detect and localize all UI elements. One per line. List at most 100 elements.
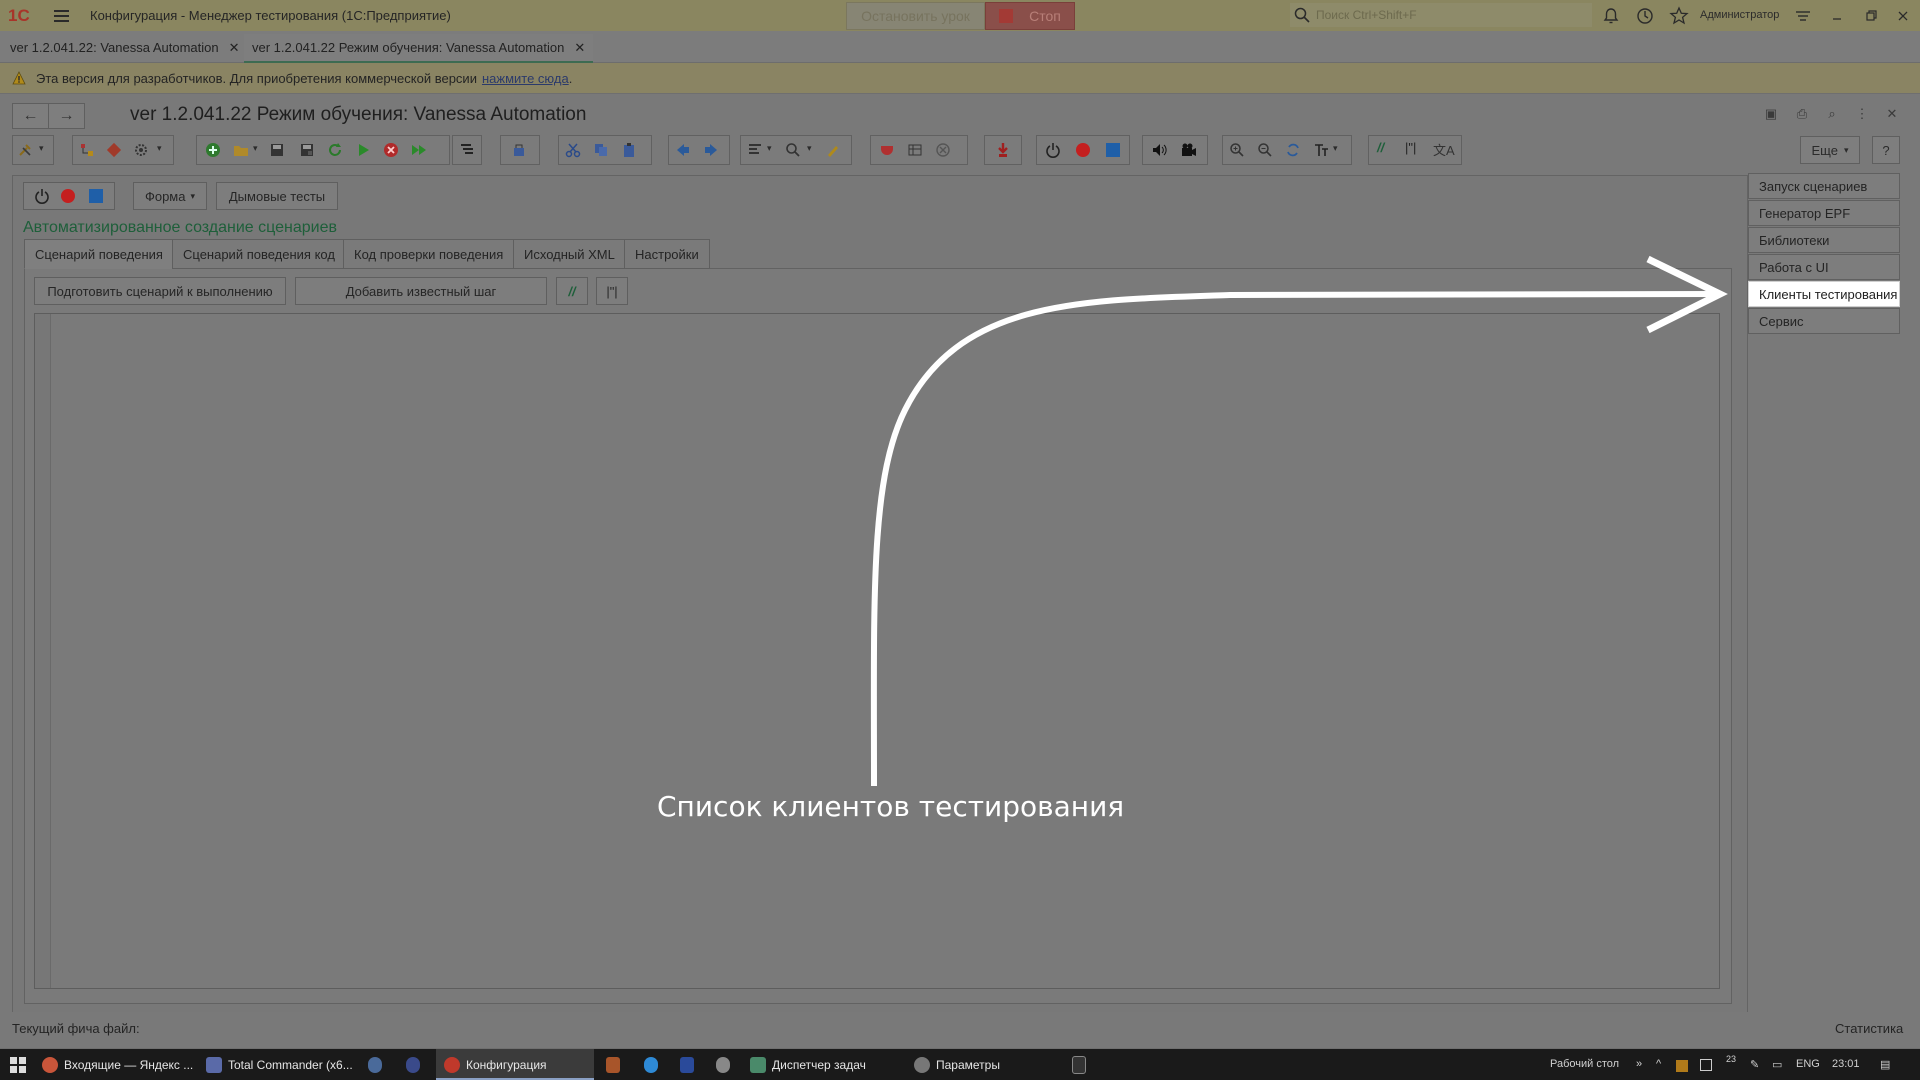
preview-icon[interactable]: ⌕ [1823,106,1841,124]
close-window-icon[interactable] [1893,6,1913,26]
favorites-star-icon[interactable] [1669,6,1689,26]
minimize-icon[interactable] [1827,6,1847,26]
history-icon[interactable] [1635,6,1655,26]
save-icon[interactable]: ▣ [1762,106,1780,124]
taskbar-item-app[interactable] [406,1049,426,1080]
panel-item-service[interactable]: Сервис [1748,308,1900,334]
run-icon[interactable] [355,142,371,158]
form-menu-button[interactable]: Форма ▾ [133,182,207,210]
git-icon[interactable] [106,142,122,158]
panel-item-test-clients[interactable]: Клиенты тестирования [1748,281,1900,307]
comment-icon[interactable]: // [1377,140,1384,155]
taskbar-item-task-manager[interactable]: Диспетчер задач [750,1049,900,1080]
taskbar-item-browser[interactable]: Входящие — Яндекс ... [42,1049,198,1080]
stop-square-icon[interactable] [88,188,104,204]
language-indicator[interactable]: ENG [1796,1058,1820,1070]
help-button[interactable]: ? [1872,136,1900,164]
bell-icon[interactable] [1601,6,1621,26]
print-icon[interactable]: ⎙ [1793,106,1811,124]
panel-item-libraries[interactable]: Библиотеки [1748,227,1900,253]
close-form-icon[interactable]: ✕ [1883,106,1901,124]
save-as-icon[interactable] [299,142,315,158]
taskbar-item-app3[interactable] [680,1049,700,1080]
tree-icon[interactable] [79,142,95,158]
copy-icon[interactable] [593,142,609,158]
panel-item-ui-work[interactable]: Работа с UI [1748,254,1900,280]
speaker-icon[interactable] [1151,142,1167,158]
open-tab[interactable]: ver 1.2.041.22: Vanessa Automation ✕ [2,34,248,61]
taskbar-item-configuration[interactable]: Конфигурация [436,1049,594,1080]
clear-icon[interactable] [935,142,951,158]
paste-icon[interactable] [621,142,637,158]
settings-menu-icon[interactable] [1793,6,1813,26]
cut-icon[interactable] [565,142,581,158]
tab-behavior-check-code[interactable]: Код проверки поведения [343,239,515,269]
notifications-icon[interactable]: ▤ [1880,1058,1890,1071]
stop-square-icon[interactable] [1105,142,1121,158]
panel-item-epf-generator[interactable]: Генератор EPF [1748,200,1900,226]
user-name[interactable]: Администратор [1700,9,1779,21]
gear-icon[interactable] [133,142,149,158]
forward-button[interactable]: → [48,103,85,129]
translate-icon[interactable]: 文A [1433,140,1455,159]
download-icon[interactable] [995,142,1011,158]
global-search-input[interactable]: Поиск Ctrl+Shift+F [1290,3,1592,27]
smoke-tests-button[interactable]: Дымовые тесты [216,182,338,210]
panel-item-run-scenarios[interactable]: Запуск сценариев [1748,173,1900,199]
open-folder-icon[interactable] [233,142,249,158]
tab-source-xml[interactable]: Исходный XML [513,239,626,269]
main-menu-icon[interactable] [54,6,76,26]
tray-app-icon[interactable] [1676,1060,1688,1072]
close-tab-icon[interactable]: ✕ [229,40,240,56]
quote-button[interactable]: |"| [596,277,628,305]
taskbar-item-telegram[interactable] [644,1049,664,1080]
save-icon[interactable] [269,142,285,158]
taskbar-item-steam[interactable] [368,1049,388,1080]
taskbar-item-total-commander[interactable]: Total Commander (x6... [206,1049,356,1080]
tab-settings[interactable]: Настройки [624,239,710,269]
power-icon[interactable] [34,188,50,204]
taskbar-item-console[interactable] [1072,1049,1092,1080]
taskbar-item-app4[interactable] [716,1049,736,1080]
power-icon[interactable] [1045,142,1061,158]
statistics-link[interactable]: Статистика [1835,1021,1903,1036]
tab-behavior-scenario[interactable]: Сценарий поведения [24,239,174,269]
more-actions-icon[interactable]: ⋮ [1853,106,1871,124]
bucket-icon[interactable] [511,142,527,158]
add-known-step-button[interactable]: Добавить известный шаг [295,277,547,305]
font-size-icon[interactable] [1313,142,1329,158]
stop-lesson-button[interactable]: Остановить урок [846,2,985,30]
move-up-icon[interactable] [675,142,691,158]
record-icon[interactable] [1075,142,1091,158]
buy-link[interactable]: нажмите сюда [482,71,569,86]
close-tab-icon[interactable]: ✕ [574,40,585,56]
run-all-icon[interactable] [411,142,427,158]
find-icon[interactable] [785,142,801,158]
tab-behavior-scenario-code[interactable]: Сценарий поведения код [172,239,346,269]
list-run-icon[interactable] [459,142,475,158]
sync-icon[interactable] [1285,142,1301,158]
tools-dropdown[interactable]: ▾ [12,135,54,165]
tray-window-icon[interactable] [1700,1059,1712,1071]
record-icon[interactable] [60,188,76,204]
zoom-out-icon[interactable] [1257,142,1273,158]
refresh-icon[interactable] [327,142,343,158]
restore-icon[interactable] [1861,6,1881,26]
taskbar-item-app2[interactable] [606,1049,626,1080]
taskbar-item-settings[interactable]: Параметры [914,1049,1054,1080]
scenario-editor[interactable] [34,313,1720,989]
open-tab-active[interactable]: ver 1.2.041.22 Режим обучения: Vanessa A… [244,34,594,63]
outline-icon[interactable] [747,142,763,158]
more-button[interactable]: Еще ▾ [1800,136,1860,164]
comment-button[interactable]: // [556,277,588,305]
highlight-icon[interactable] [825,142,841,158]
clock[interactable]: 23:01 [1832,1058,1860,1070]
video-camera-icon[interactable] [1181,142,1197,158]
zoom-in-icon[interactable] [1229,142,1245,158]
table-icon[interactable] [907,142,923,158]
move-down-icon[interactable] [703,142,719,158]
network-icon[interactable]: ▭ [1772,1058,1782,1071]
back-button[interactable]: ← [12,103,49,129]
prepare-scenario-button[interactable]: Подготовить сценарий к выполнению [34,277,286,305]
stop-button[interactable]: Стоп [985,2,1075,30]
